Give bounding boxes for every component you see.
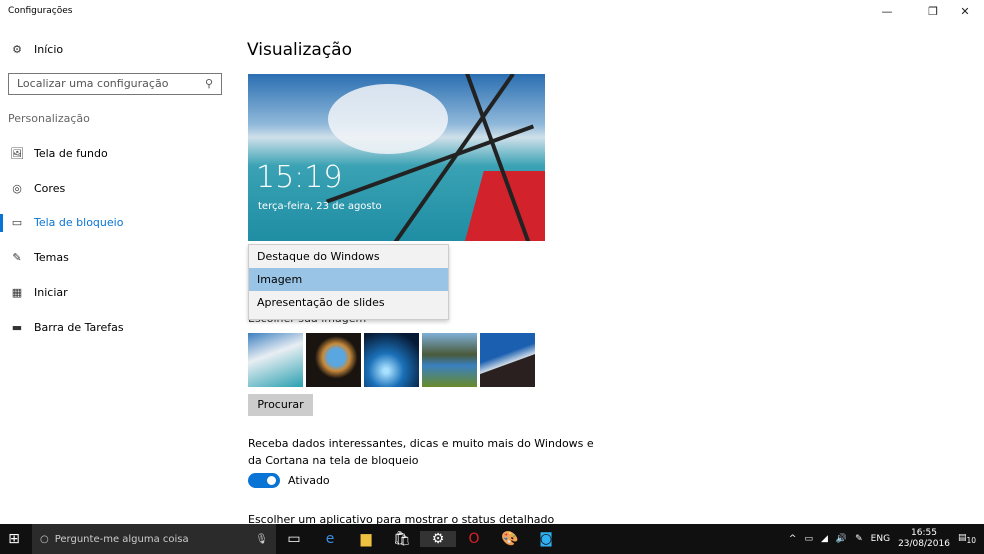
lock-screen-preview: 15:19 terça-feira, 23 de agosto bbox=[248, 74, 545, 241]
label: Iniciar bbox=[34, 285, 68, 299]
background-dropdown[interactable]: Destaque do Windows Imagem Apresentação … bbox=[248, 244, 449, 320]
section-heading: Personalização bbox=[8, 112, 90, 125]
tips-toggle[interactable] bbox=[248, 473, 280, 488]
minimize-button[interactable]: — bbox=[872, 2, 902, 22]
search-input[interactable]: Localizar uma configuração ⚲ bbox=[8, 73, 222, 95]
sidebar-item-taskbar[interactable]: ▬ Barra de Tarefas bbox=[10, 317, 124, 337]
sidebar-item-lock-screen[interactable]: ▭ Tela de bloqueio bbox=[10, 212, 124, 232]
thumbnail-1[interactable] bbox=[248, 333, 303, 387]
thumbnail-5[interactable] bbox=[480, 333, 535, 387]
label: Cores bbox=[34, 181, 66, 195]
clock-time: 16:55 bbox=[911, 528, 937, 538]
sidebar-item-themes[interactable]: ✎ Temas bbox=[10, 247, 69, 267]
clock[interactable]: 16:55 23/08/2016 bbox=[898, 528, 950, 550]
browse-button[interactable]: Procurar bbox=[248, 394, 313, 416]
notifications-icon[interactable]: ▤10 bbox=[958, 533, 976, 545]
cortana-search[interactable]: ○ Pergunte-me alguma coisa 🎙 bbox=[32, 524, 276, 554]
settings-icon[interactable]: ⚙ bbox=[420, 531, 456, 547]
task-view-icon[interactable]: ▭ bbox=[276, 531, 312, 547]
home-label: Início bbox=[34, 42, 64, 56]
thumbnail-3[interactable] bbox=[364, 333, 419, 387]
close-button[interactable]: ✕ bbox=[950, 2, 980, 22]
cortana-placeholder: Pergunte-me alguma coisa bbox=[54, 533, 189, 545]
opera-icon[interactable]: O bbox=[456, 531, 492, 547]
gear-icon: ⚙ bbox=[12, 42, 22, 56]
image-thumbnails bbox=[248, 333, 535, 387]
palette-icon: ◎ bbox=[12, 181, 22, 195]
search-icon: ⚲ bbox=[204, 77, 213, 90]
taskbar-icon: ▬ bbox=[11, 320, 23, 334]
label: Tela de fundo bbox=[34, 146, 108, 160]
sidebar-item-colors[interactable]: ◎ Cores bbox=[10, 178, 65, 198]
thumbnail-2[interactable] bbox=[306, 333, 361, 387]
active-indicator bbox=[0, 214, 3, 232]
taskbar: ⊞ ○ Pergunte-me alguma coisa 🎙 ▭ e ▆ 🛍 ⚙ O… bbox=[0, 524, 984, 554]
app-icon[interactable]: ◙ bbox=[528, 531, 564, 547]
preview-date: terça-feira, 23 de agosto bbox=[258, 201, 382, 212]
page-title: Visualização bbox=[247, 40, 352, 60]
volume-icon[interactable]: 🔊 bbox=[836, 534, 847, 544]
store-icon[interactable]: 🛍 bbox=[384, 531, 420, 547]
windows-start-icon[interactable]: ⊞ bbox=[0, 531, 28, 547]
option-picture[interactable]: Imagem bbox=[249, 268, 448, 291]
window-title: Configurações bbox=[8, 6, 73, 16]
option-slideshow[interactable]: Apresentação de slides bbox=[249, 291, 448, 314]
battery-icon[interactable]: ▭ bbox=[804, 534, 813, 544]
paint-icon[interactable]: 🎨 bbox=[492, 531, 528, 547]
edge-icon[interactable]: e bbox=[312, 531, 348, 547]
preview-clock: 15:19 bbox=[256, 160, 343, 195]
network-icon[interactable]: ◢ bbox=[821, 534, 828, 544]
label: Temas bbox=[34, 250, 69, 264]
sidebar-item-background[interactable]: 🖼 Tela de fundo bbox=[10, 143, 108, 163]
themes-icon: ✎ bbox=[12, 250, 22, 264]
notification-count: 10 bbox=[966, 535, 976, 545]
microphone-icon[interactable]: 🎙 bbox=[255, 534, 268, 545]
toggle-state-label: Ativado bbox=[288, 474, 330, 487]
sidebar-item-start[interactable]: ▦ Iniciar bbox=[10, 282, 68, 302]
tips-description: Receba dados interessantes, dicas e muit… bbox=[248, 437, 594, 467]
cortana-icon: ○ bbox=[40, 533, 49, 545]
label: Tela de bloqueio bbox=[34, 215, 124, 229]
label: Barra de Tarefas bbox=[34, 320, 124, 334]
clock-date: 23/08/2016 bbox=[898, 539, 950, 549]
thumbnail-4[interactable] bbox=[422, 333, 477, 387]
file-explorer-icon[interactable]: ▆ bbox=[348, 531, 384, 547]
start-icon: ▦ bbox=[11, 285, 23, 299]
option-windows-spotlight[interactable]: Destaque do Windows bbox=[249, 245, 448, 268]
picture-icon: 🖼 bbox=[10, 146, 24, 160]
pen-icon[interactable]: ✎ bbox=[855, 534, 863, 544]
chevron-up-icon[interactable]: ^ bbox=[789, 534, 797, 544]
language-indicator[interactable]: ENG bbox=[871, 534, 890, 544]
search-placeholder: Localizar uma configuração bbox=[17, 77, 169, 90]
maximize-button[interactable]: ❐ bbox=[918, 2, 948, 22]
sidebar-item-home[interactable]: ⚙ Início bbox=[10, 39, 63, 59]
lock-screen-icon: ▭ bbox=[11, 215, 23, 229]
